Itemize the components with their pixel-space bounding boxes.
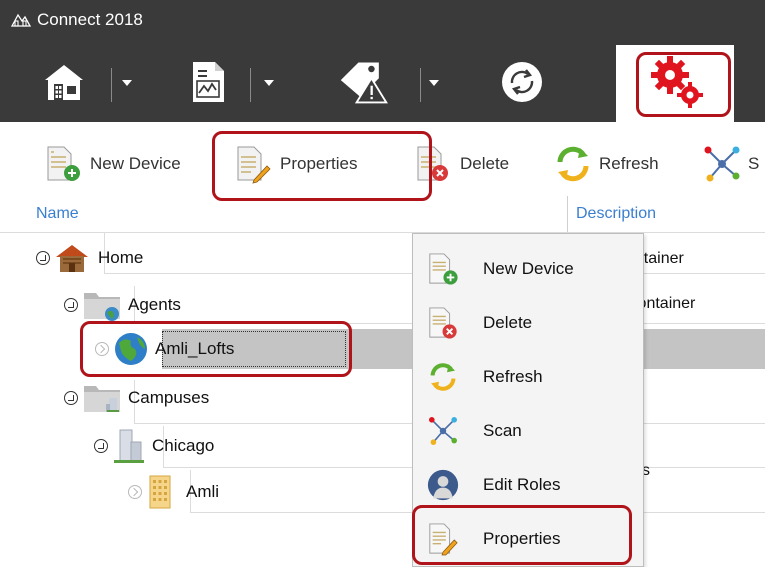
building-icon (149, 475, 171, 509)
home-dropdown-arrow[interactable] (122, 80, 132, 86)
tree-label-amli: Amli (186, 482, 220, 501)
scan-label: S (748, 154, 760, 173)
toolbar-separator (111, 68, 112, 102)
top-bar: Connect 2018 (0, 0, 765, 122)
column-header-description[interactable]: Description (576, 205, 656, 223)
tree-node-chicago[interactable]: Chicago (94, 426, 214, 466)
menu-label-edit-roles: Edit Roles (483, 475, 561, 494)
properties-button[interactable]: Properties (234, 140, 357, 188)
new-device-label: New Device (90, 154, 181, 173)
new-document-icon (47, 146, 80, 181)
menu-item-properties[interactable]: Properties (413, 512, 645, 566)
sync-icon[interactable] (496, 56, 548, 108)
toolbar-separator (420, 68, 421, 102)
delete-document-icon (429, 307, 457, 339)
tag-warning-icon[interactable] (338, 56, 390, 108)
scan-icon (704, 146, 740, 182)
collapse-icon[interactable] (36, 251, 50, 265)
tree-label-chicago: Chicago (152, 436, 215, 455)
properties-label: Properties (280, 154, 358, 173)
home-icon[interactable] (38, 56, 90, 108)
alarms-dropdown-arrow[interactable] (429, 80, 439, 86)
tree-node-campuses[interactable]: Campuses (64, 378, 209, 418)
menu-label-delete: Delete (483, 313, 533, 332)
chart-document-icon[interactable] (182, 56, 234, 108)
menu-item-refresh[interactable]: Refresh (413, 350, 645, 404)
menu-item-scan[interactable]: Scan (413, 404, 645, 458)
refresh-button[interactable]: Refresh (553, 140, 659, 188)
tree-node-agents[interactable]: Agents (64, 285, 181, 325)
menu-item-edit-roles[interactable]: Edit Roles (413, 458, 645, 512)
window-title: Connect 2018 (37, 10, 143, 29)
menu-label-scan: Scan (483, 421, 522, 440)
column-headers: Name Description (0, 196, 765, 232)
column-separator[interactable] (567, 196, 568, 232)
app-logo-icon (10, 13, 32, 27)
collapse-icon[interactable] (94, 439, 108, 453)
refresh-label: Refresh (599, 154, 659, 173)
tree-node-amli[interactable]: Amli (128, 472, 219, 512)
toolbar-separator (250, 68, 251, 102)
title-bar: Connect 2018 (0, 0, 765, 40)
tree-label-amli-lofts: Amli_Lofts (155, 339, 235, 358)
menu-label-new-device: New Device (483, 259, 574, 278)
expand-icon[interactable] (95, 342, 109, 356)
globe-icon (115, 333, 147, 365)
menu-item-new-device[interactable]: New Device (413, 242, 645, 296)
delete-document-icon (417, 146, 448, 181)
delete-button[interactable]: Delete (414, 140, 509, 188)
new-document-icon (429, 253, 458, 285)
menu-item-delete[interactable]: Delete (413, 296, 645, 350)
properties-icon (429, 523, 458, 556)
collapse-icon[interactable] (64, 391, 78, 405)
city-buildings-icon (114, 429, 144, 463)
tree-label-home: Home (98, 248, 144, 267)
menu-label-refresh: Refresh (483, 367, 543, 386)
properties-icon (237, 146, 271, 184)
collapse-icon[interactable] (64, 298, 78, 312)
house-icon (56, 245, 88, 272)
settings-tab[interactable] (616, 45, 734, 122)
gears-icon (651, 56, 703, 108)
user-role-icon (427, 469, 459, 501)
tree-label-campuses: Campuses (128, 388, 210, 407)
scan-icon (429, 417, 457, 445)
menu-label-properties: Properties (483, 529, 561, 548)
tree-label-agents: Agents (128, 295, 181, 314)
delete-label: Delete (460, 154, 510, 173)
column-header-name[interactable]: Name (36, 205, 79, 223)
folder-agents-icon (84, 293, 120, 321)
scan-button[interactable]: S (702, 140, 759, 188)
tree-node-amli-lofts[interactable]: Amli_Lofts (95, 329, 234, 369)
new-device-button[interactable]: New Device (44, 140, 181, 188)
tree-node-home[interactable]: Home (36, 238, 143, 278)
action-toolbar: New Device Properties Delete Refresh S (0, 132, 765, 196)
expand-icon[interactable] (128, 485, 142, 499)
main-nav (0, 40, 765, 122)
context-menu: New Device Delete Refresh Scan Edit Role… (412, 233, 644, 567)
header-divider (0, 232, 765, 233)
refresh-icon (557, 146, 589, 182)
folder-campuses-icon (84, 386, 120, 412)
refresh-icon (430, 363, 456, 391)
reports-dropdown-arrow[interactable] (264, 80, 274, 86)
